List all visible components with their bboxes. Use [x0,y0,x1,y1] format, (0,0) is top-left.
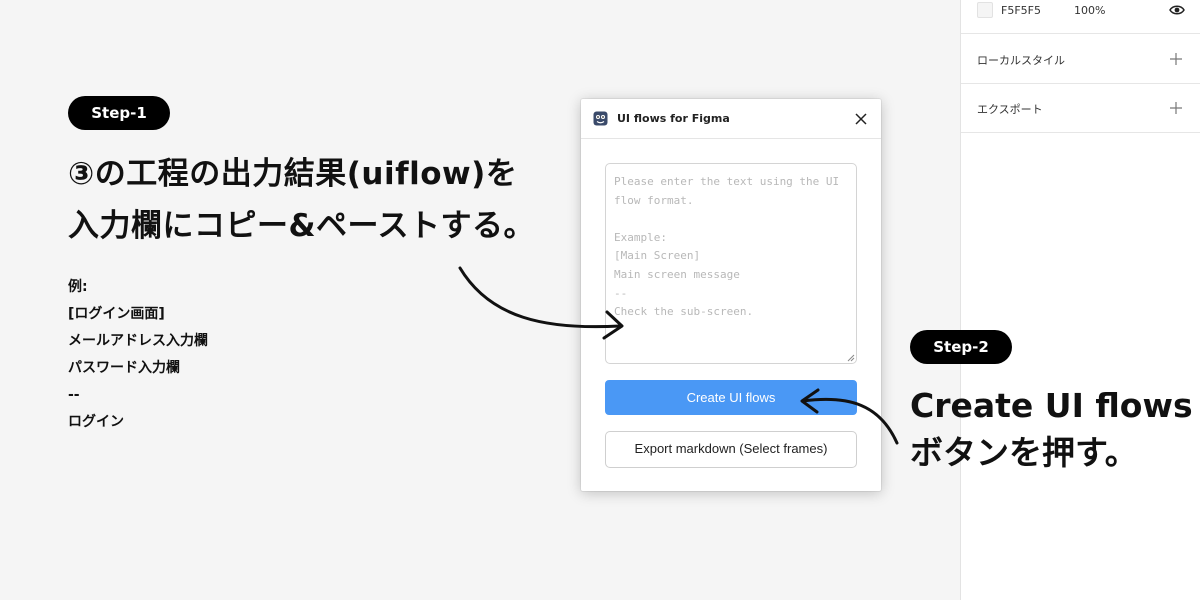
step1-heading-line: ③の工程の出力結果(uiflow)を [68,156,518,192]
export-markdown-button[interactable]: Export markdown (Select frames) [605,431,857,468]
plugin-window: UI flows for Figma Please enter the text… [581,99,881,491]
step2-badge: Step-2 [910,330,1012,364]
fill-opacity-value[interactable]: 100% [1074,4,1105,17]
plus-icon[interactable] [1169,101,1183,115]
example-text: 例: [ログイン画面] メールアドレス入力欄 パスワード入力欄 -- ログイン [68,274,208,436]
step1-heading-line: 入力欄にコピー&ペーストする。 [68,208,535,244]
example-line: 例: [68,279,88,295]
uiflow-input[interactable]: Please enter the text using the UI flow … [605,163,857,364]
example-line: メールアドレス入力欄 [68,333,208,349]
step1-badge: Step-1 [68,96,170,130]
example-line: -- [68,387,80,403]
close-icon[interactable] [854,112,868,126]
local-styles-section: ローカルスタイル [961,35,1200,84]
eye-icon[interactable] [1169,3,1185,17]
example-line: パスワード入力欄 [68,360,180,376]
local-styles-label: ローカルスタイル [977,54,1065,67]
plus-icon[interactable] [1169,52,1183,66]
fill-color-swatch[interactable] [977,2,993,18]
fill-row[interactable]: F5F5F5 100% [961,0,1200,34]
resize-handle-icon[interactable] [847,354,855,362]
step2-instruction: Create UI flows ボタンを押す。 [910,382,1193,476]
plugin-header: UI flows for Figma [581,99,881,139]
step1-heading: ③の工程の出力結果(uiflow)を 入力欄にコピー&ペーストする。 [68,148,588,252]
plugin-title: UI flows for Figma [617,112,730,125]
fill-hex-value[interactable]: F5F5F5 [1001,4,1041,17]
plugin-logo-icon [593,111,608,126]
export-label: エクスポート [977,103,1043,116]
step2-instruction-line: ボタンを押す。 [910,433,1138,472]
design-panel: F5F5F5 100% ローカルスタイル エクスポート [960,0,1200,600]
example-line: ログイン [68,414,124,430]
export-section: エクスポート [961,84,1200,133]
create-ui-flows-button[interactable]: Create UI flows [605,380,857,415]
step2-instruction-line: Create UI flows [910,386,1193,425]
example-line: [ログイン画面] [68,306,165,322]
